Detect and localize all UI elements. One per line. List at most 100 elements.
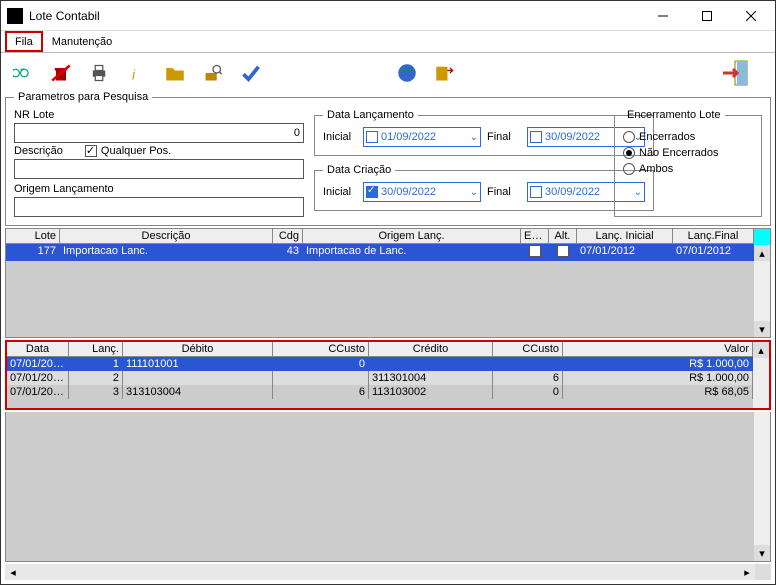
alt-checkbox[interactable] [557, 245, 569, 257]
toolbar: i [5, 57, 771, 89]
data-criacao-legend: Data Criação [323, 164, 395, 176]
descricao-label: Descrição [14, 145, 63, 157]
data-lancamento-fieldset: Data Lançamento Inicial 01/09/2022 ⌄ Fin… [314, 109, 654, 156]
scroll-left-icon[interactable]: ◂ [5, 564, 21, 580]
qualquer-pos-label: Qualquer Pos. [101, 145, 171, 157]
cell [493, 357, 563, 371]
encerramento-fieldset: Encerramento Lote Encerrados Não Encerra… [614, 109, 762, 217]
checkbox-icon[interactable] [366, 186, 378, 198]
qualquer-pos-checkbox[interactable] [85, 145, 97, 157]
checkbox-icon[interactable] [530, 131, 542, 143]
cell: 177 [6, 244, 60, 261]
col-cdg[interactable]: Cdg [273, 229, 303, 243]
cell [123, 371, 273, 385]
data-criacao-inicial-label: Inicial [323, 186, 357, 198]
maximize-button[interactable] [685, 2, 729, 30]
col-descricao[interactable]: Descrição [60, 229, 273, 243]
scroll-down-icon[interactable]: ▾ [754, 321, 770, 337]
chevron-down-icon[interactable]: ⌄ [470, 187, 478, 198]
check-icon[interactable] [241, 63, 261, 83]
date-value: 01/09/2022 [381, 131, 467, 143]
col-alt[interactable]: Alt. [549, 229, 577, 243]
enc-checkbox[interactable] [529, 245, 541, 257]
col-data[interactable]: Data [7, 342, 69, 356]
origem-input[interactable] [14, 197, 304, 217]
globe-icon[interactable] [397, 63, 417, 83]
cell: R$ 1.000,00 [563, 357, 753, 371]
checkbox-icon[interactable] [366, 131, 378, 143]
radio-label: Encerrados [639, 131, 695, 143]
table-row[interactable]: 07/01/2012 3 313103004 6 113103002 0 R$ … [7, 385, 753, 399]
col-origem[interactable]: Origem Lanç. [303, 229, 521, 243]
scroll-up-icon[interactable]: ▴ [754, 245, 770, 261]
cell [521, 244, 549, 261]
col-lote[interactable]: Lote [6, 229, 60, 243]
descricao-input[interactable] [14, 159, 304, 179]
delete-icon[interactable] [51, 63, 71, 83]
window-title: Lote Contabil [29, 9, 100, 23]
radio-nao-encerrados[interactable]: Não Encerrados [623, 147, 753, 159]
empty-grid-area: ▾ [5, 412, 771, 562]
titlebar: Lote Contabil [1, 1, 775, 31]
cell: 313103004 [123, 385, 273, 399]
table-row[interactable]: 07/01/2012 1 111101001 0 R$ 1.000,00 [7, 357, 753, 371]
col-debito[interactable]: Débito [123, 342, 273, 356]
scroll-up-icon[interactable]: ▴ [753, 342, 769, 358]
data-lancamento-legend: Data Lançamento [323, 109, 418, 121]
lotes-grid: Lote Descrição Cdg Origem Lanç. Enc. Alt… [5, 228, 771, 338]
radio-encerrados[interactable]: Encerrados [623, 131, 753, 143]
cell: R$ 1.000,00 [563, 371, 753, 385]
menu-manutencao[interactable]: Manutenção [43, 31, 122, 52]
vertical-scrollbar[interactable]: ▾ [754, 412, 770, 561]
exit-icon[interactable] [721, 59, 753, 87]
horizontal-scrollbar[interactable]: ◂ ▸ [5, 564, 771, 580]
col-enc[interactable]: Enc. [521, 229, 549, 243]
vertical-scrollbar[interactable]: ▴ [753, 342, 769, 408]
table-row[interactable]: 177 Importacao Lanc. 43 Importacao de La… [6, 244, 754, 261]
cell [273, 371, 369, 385]
cell: 1 [69, 357, 123, 371]
radio-ambos[interactable]: Ambos [623, 163, 753, 175]
view-icon[interactable] [13, 63, 33, 83]
vertical-scrollbar[interactable]: ▴ ▾ [754, 229, 770, 337]
print-icon[interactable] [89, 63, 109, 83]
col-lanc[interactable]: Lanç. [69, 342, 123, 356]
cell: 07/01/2012 [673, 244, 754, 261]
cell: 113103002 [369, 385, 493, 399]
cell: 6 [493, 371, 563, 385]
search-icon[interactable] [203, 63, 223, 83]
minimize-button[interactable] [641, 2, 685, 30]
close-button[interactable] [729, 2, 773, 30]
cell: Importacao Lanc. [60, 244, 273, 261]
data-lanc-inicial-input[interactable]: 01/09/2022 ⌄ [363, 127, 481, 147]
cell: 07/01/2012 [7, 385, 69, 399]
data-criacao-inicial-input[interactable]: 30/09/2022 ⌄ [363, 182, 481, 202]
nr-lote-input[interactable] [14, 123, 304, 143]
menubar: Fila Manutenção [1, 31, 775, 53]
info-icon[interactable]: i [127, 63, 147, 83]
export-icon[interactable] [435, 63, 455, 83]
data-criacao-final-label: Final [487, 186, 521, 198]
col-ccusto[interactable]: CCusto [273, 342, 369, 356]
col-lanc-inicial[interactable]: Lanç. Inicial [577, 229, 673, 243]
col-ccusto2[interactable]: CCusto [493, 342, 563, 356]
checkbox-icon[interactable] [530, 186, 542, 198]
data-lanc-final-label: Final [487, 131, 521, 143]
scroll-right-icon[interactable]: ▸ [739, 564, 755, 580]
menu-fila[interactable]: Fila [5, 31, 43, 52]
folder-icon[interactable] [165, 63, 185, 83]
col-valor[interactable]: Valor [563, 342, 753, 356]
date-value: 30/09/2022 [381, 186, 467, 198]
radio-label: Ambos [639, 163, 673, 175]
col-lanc-final[interactable]: Lanç.Final [673, 229, 754, 243]
col-credito[interactable]: Crédito [369, 342, 493, 356]
cell: 311301004 [369, 371, 493, 385]
radio-label: Não Encerrados [639, 147, 719, 159]
cell [549, 244, 577, 261]
origem-label: Origem Lançamento [14, 183, 304, 195]
lancamentos-highlight: Data Lanç. Débito CCusto Crédito CCusto … [5, 340, 771, 410]
cell: 07/01/2012 [7, 357, 69, 371]
table-row[interactable]: 07/01/2012 2 311301004 6 R$ 1.000,00 [7, 371, 753, 385]
chevron-down-icon[interactable]: ⌄ [470, 132, 478, 143]
scroll-down-icon[interactable]: ▾ [754, 545, 770, 561]
